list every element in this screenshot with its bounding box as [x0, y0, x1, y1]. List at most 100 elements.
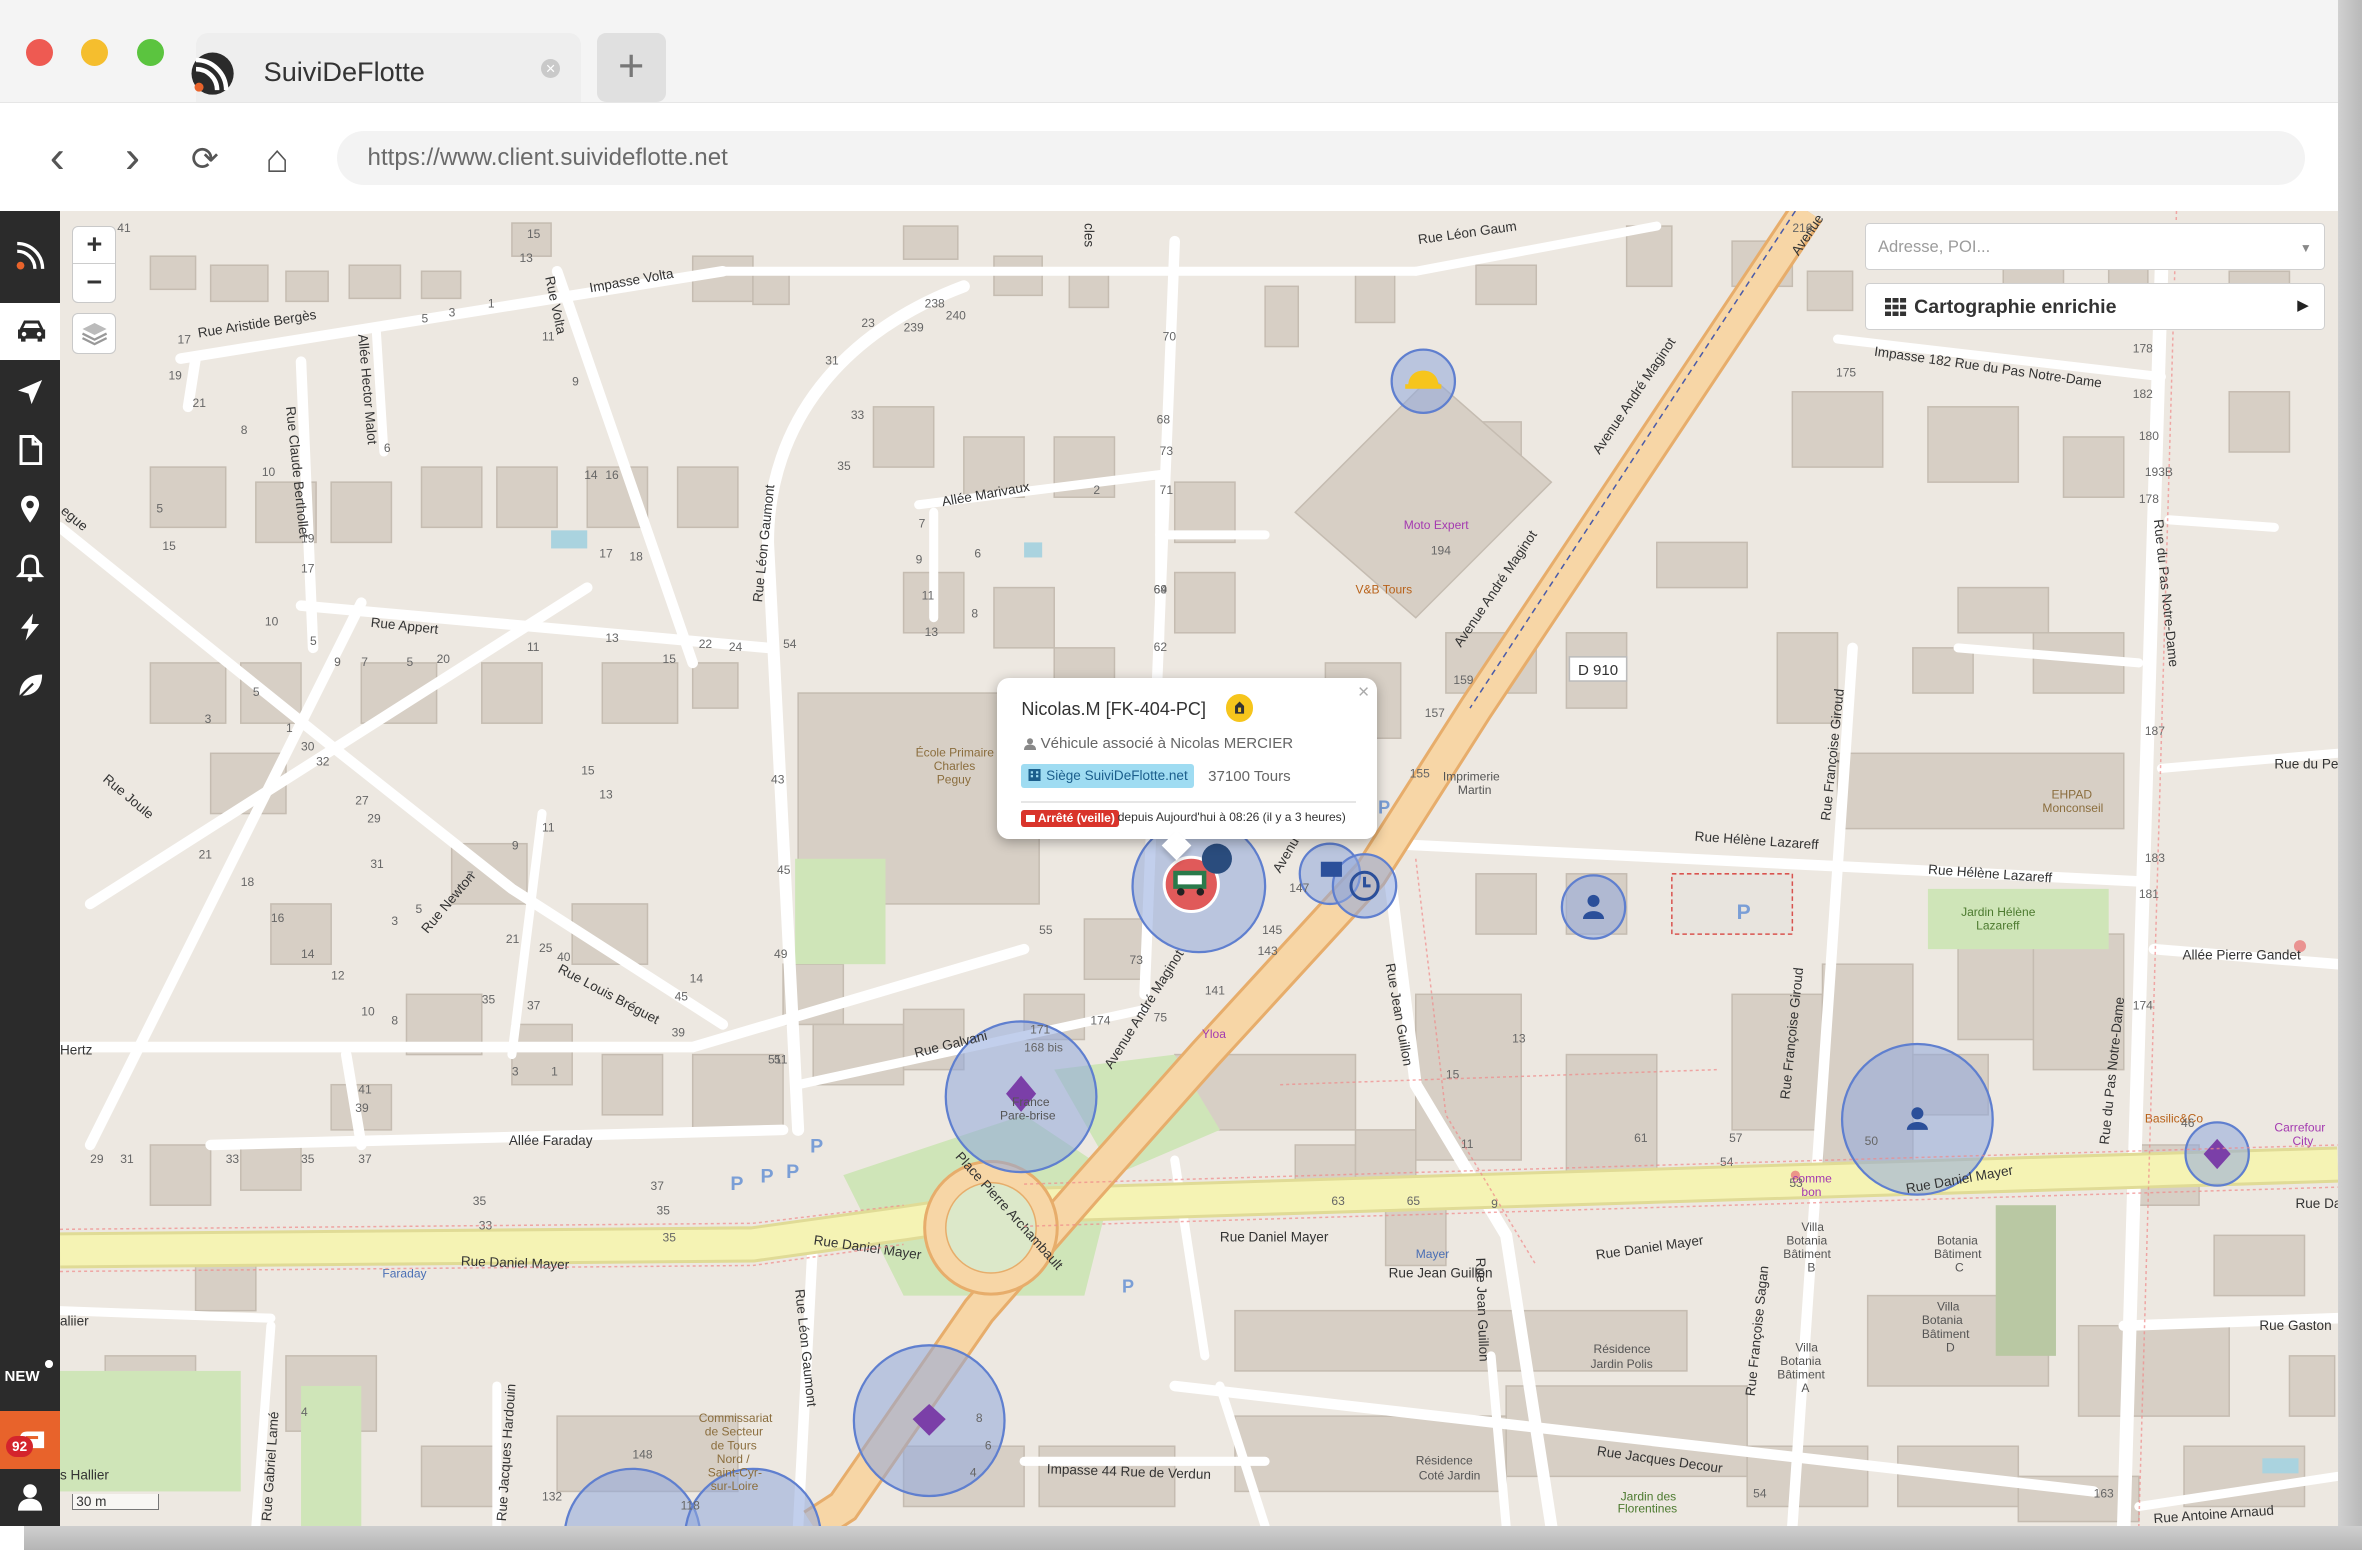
svg-text:37: 37 — [359, 1152, 373, 1166]
svg-text:10: 10 — [265, 614, 279, 628]
svg-text:P: P — [1737, 901, 1751, 924]
cartographie-enrichie-button[interactable]: Cartographie enrichie ▶ — [1864, 283, 2325, 331]
svg-text:13: 13 — [1512, 1031, 1526, 1045]
svg-text:29: 29 — [90, 1152, 104, 1166]
sidebar-logo[interactable] — [0, 224, 60, 281]
svg-text:Lazareff: Lazareff — [1976, 918, 2020, 932]
svg-text:2: 2 — [1094, 483, 1101, 497]
cartographie-enrichie-label: Cartographie enrichie — [1914, 296, 2117, 319]
svg-text:13: 13 — [520, 251, 534, 265]
svg-text:50: 50 — [1865, 1134, 1879, 1148]
svg-text:49: 49 — [774, 947, 788, 961]
svg-text:5: 5 — [253, 685, 260, 699]
svg-text:Rue Léon Gaum: Rue Léon Gaum — [1417, 218, 1518, 247]
svg-text:63: 63 — [1332, 1194, 1346, 1208]
sidebar-item-documents[interactable] — [0, 422, 60, 479]
svg-text:35: 35 — [663, 1230, 677, 1244]
vehicle-popup: × Nicolas.M [FK-404-PC] Véhicule associé… — [997, 677, 1377, 860]
svg-text:39: 39 — [672, 1025, 686, 1039]
svg-text:9: 9 — [334, 655, 341, 669]
maximize-window-button[interactable] — [137, 39, 165, 67]
svg-text:1: 1 — [286, 721, 293, 735]
home-button[interactable]: ⌂ — [255, 137, 300, 182]
sidebar-item-vehicles[interactable] — [0, 302, 61, 360]
svg-text:175: 175 — [1836, 366, 1856, 380]
svg-text:sur-Loire: sur-Loire — [711, 1479, 759, 1493]
svg-text:9: 9 — [512, 839, 519, 853]
svg-text:54: 54 — [783, 637, 797, 651]
sidebar-item-energy[interactable] — [0, 598, 60, 655]
svg-text:s Hallier: s Hallier — [60, 1467, 109, 1482]
address-bar[interactable]: https://www.client.suivideflotte.net — [337, 130, 2305, 185]
svg-text:4: 4 — [301, 1405, 308, 1419]
leaf-icon — [18, 674, 43, 699]
new-features-label[interactable]: NEW — [5, 1368, 40, 1385]
svg-text:61: 61 — [1634, 1131, 1648, 1145]
forward-button[interactable]: › — [110, 133, 155, 182]
back-button[interactable]: ‹ — [35, 133, 80, 182]
svg-text:Charles: Charles — [934, 759, 976, 773]
svg-text:171: 171 — [1030, 1022, 1050, 1036]
address-search-input[interactable]: Adresse, POI... ▼ — [1864, 222, 2325, 271]
close-window-button[interactable] — [25, 39, 53, 67]
window-shadow-bottom — [24, 1525, 2362, 1550]
sidebar-item-alerts[interactable] — [0, 539, 60, 596]
svg-text:21: 21 — [199, 848, 213, 862]
svg-text:216: 216 — [1793, 221, 1813, 235]
browser-tab[interactable]: SuiviDeFlotte × — [191, 33, 582, 106]
svg-text:6: 6 — [975, 546, 982, 560]
svg-text:54: 54 — [1720, 1155, 1734, 1169]
svg-text:10: 10 — [362, 1004, 376, 1018]
svg-text:57: 57 — [1729, 1131, 1743, 1145]
svg-text:68: 68 — [1157, 412, 1171, 426]
navigation-arrow-icon — [18, 379, 43, 404]
zoom-out-button[interactable]: − — [73, 265, 115, 301]
svg-text:239: 239 — [904, 320, 924, 334]
svg-text:43: 43 — [771, 772, 785, 786]
svg-text:30: 30 — [301, 739, 315, 753]
svg-text:P: P — [786, 1161, 799, 1183]
svg-text:3: 3 — [392, 914, 399, 928]
svg-text:3: 3 — [512, 1065, 519, 1079]
svg-text:11: 11 — [922, 589, 935, 603]
sidebar-item-user[interactable] — [0, 1469, 60, 1526]
new-tab-button[interactable]: + — [596, 33, 666, 103]
svg-text:Villa: Villa — [1802, 1220, 1825, 1234]
svg-text:Florentines: Florentines — [1618, 1501, 1678, 1515]
zoom-in-button[interactable]: + — [73, 227, 116, 265]
svg-text:54: 54 — [1753, 1486, 1767, 1500]
sidebar-item-navigation[interactable] — [0, 363, 60, 420]
popup-site-tag[interactable]: Siège SuiviDeFlotte.net — [1021, 763, 1194, 788]
svg-text:8: 8 — [976, 1411, 983, 1425]
dropdown-caret-icon: ▼ — [2299, 240, 2312, 255]
minimize-window-button[interactable] — [81, 39, 109, 67]
map-tiles: D 910 P P P P P P P Rue Aristide Bergès … — [60, 210, 2338, 1526]
svg-text:Rue Jean Guillon: Rue Jean Guillon — [1389, 1265, 1493, 1280]
svg-text:Mayer: Mayer — [1416, 1247, 1449, 1261]
sidebar-item-eco[interactable] — [0, 657, 60, 714]
svg-text:143: 143 — [1258, 944, 1278, 958]
svg-text:17: 17 — [301, 561, 315, 575]
svg-text:1: 1 — [551, 1065, 558, 1079]
svg-text:Jardin Polis: Jardin Polis — [1591, 1357, 1653, 1371]
popup-close-button[interactable]: × — [1358, 681, 1369, 704]
svg-text:16: 16 — [271, 911, 285, 925]
tab-close-button[interactable]: × — [540, 58, 561, 79]
svg-text:183: 183 — [2145, 851, 2165, 865]
popup-driver-assoc: Véhicule associé à Nicolas MERCIER — [1024, 735, 1293, 752]
svg-text:15: 15 — [527, 227, 541, 241]
sidebar-item-places[interactable] — [0, 481, 60, 538]
svg-text:D: D — [1946, 1340, 1955, 1354]
layers-button[interactable] — [72, 313, 117, 355]
map-view[interactable]: D 910 P P P P P P P Rue Aristide Bergès … — [60, 210, 2338, 1526]
reload-button[interactable]: ⟳ — [182, 137, 227, 182]
svg-text:Pare-brise: Pare-brise — [1000, 1108, 1056, 1122]
sidebar: NEW 92 — [0, 210, 61, 1526]
svg-text:11: 11 — [542, 329, 555, 343]
svg-text:13: 13 — [600, 787, 614, 801]
svg-text:24: 24 — [729, 640, 743, 654]
svg-text:73: 73 — [1130, 953, 1144, 967]
svg-text:P: P — [761, 1166, 774, 1188]
svg-text:D 910: D 910 — [1578, 662, 1618, 679]
svg-text:39: 39 — [356, 1101, 370, 1115]
